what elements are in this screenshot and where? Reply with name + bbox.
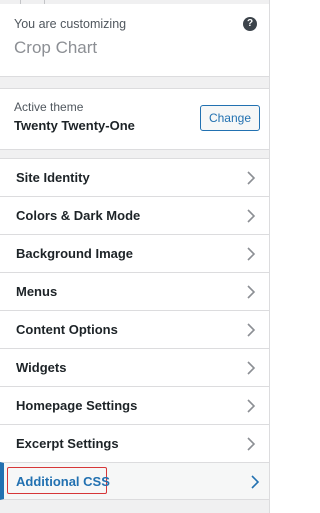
chevron-right-icon bbox=[247, 323, 256, 337]
change-theme-button[interactable]: Change bbox=[200, 105, 260, 131]
menu-item-colors-dark-mode[interactable]: Colors & Dark Mode bbox=[0, 196, 269, 234]
menu-item-homepage-settings[interactable]: Homepage Settings bbox=[0, 386, 269, 424]
menu-item-label: Widgets bbox=[16, 360, 67, 375]
active-theme-section: Active theme Twenty Twenty-One Change bbox=[0, 88, 269, 150]
customize-info-section: You are customizing Crop Chart ? bbox=[0, 4, 269, 77]
menu-item-content-options[interactable]: Content Options bbox=[0, 310, 269, 348]
menu-item-label: Content Options bbox=[16, 322, 118, 337]
menu-item-widgets[interactable]: Widgets bbox=[0, 348, 269, 386]
chevron-right-icon bbox=[247, 399, 256, 413]
menu-item-menus[interactable]: Menus bbox=[0, 272, 269, 310]
menu-item-label: Background Image bbox=[16, 246, 134, 261]
menu-item-label: Colors & Dark Mode bbox=[16, 208, 141, 223]
site-title: Crop Chart bbox=[14, 38, 98, 57]
active-theme-name: Twenty Twenty-One bbox=[14, 118, 135, 133]
menu-item-additional-css[interactable]: Additional CSS bbox=[0, 462, 269, 500]
chevron-right-icon bbox=[247, 361, 256, 375]
customizing-label: You are customizing bbox=[14, 17, 127, 31]
menu-item-label: Excerpt Settings bbox=[16, 436, 119, 451]
chevron-right-icon bbox=[247, 247, 256, 261]
menu-item-excerpt-settings[interactable]: Excerpt Settings bbox=[0, 424, 269, 462]
chevron-right-icon bbox=[251, 475, 260, 489]
menu-item-label: Site Identity bbox=[16, 170, 90, 185]
menu-item-background-image[interactable]: Background Image bbox=[0, 234, 269, 272]
customizer-menu: Site Identity Colors & Dark Mode Backgro… bbox=[0, 158, 269, 500]
active-theme-label: Active theme bbox=[14, 100, 84, 114]
menu-item-label: Menus bbox=[16, 284, 58, 299]
menu-item-site-identity[interactable]: Site Identity bbox=[0, 158, 269, 196]
menu-item-label: Additional CSS bbox=[16, 474, 110, 489]
chevron-right-icon bbox=[247, 209, 256, 223]
chevron-right-icon bbox=[247, 437, 256, 451]
customizer-panel: You are customizing Crop Chart ? Active … bbox=[0, 0, 270, 513]
menu-item-label: Homepage Settings bbox=[16, 398, 138, 413]
chevron-right-icon bbox=[247, 171, 256, 185]
chevron-right-icon bbox=[247, 285, 256, 299]
help-icon[interactable]: ? bbox=[243, 17, 257, 31]
